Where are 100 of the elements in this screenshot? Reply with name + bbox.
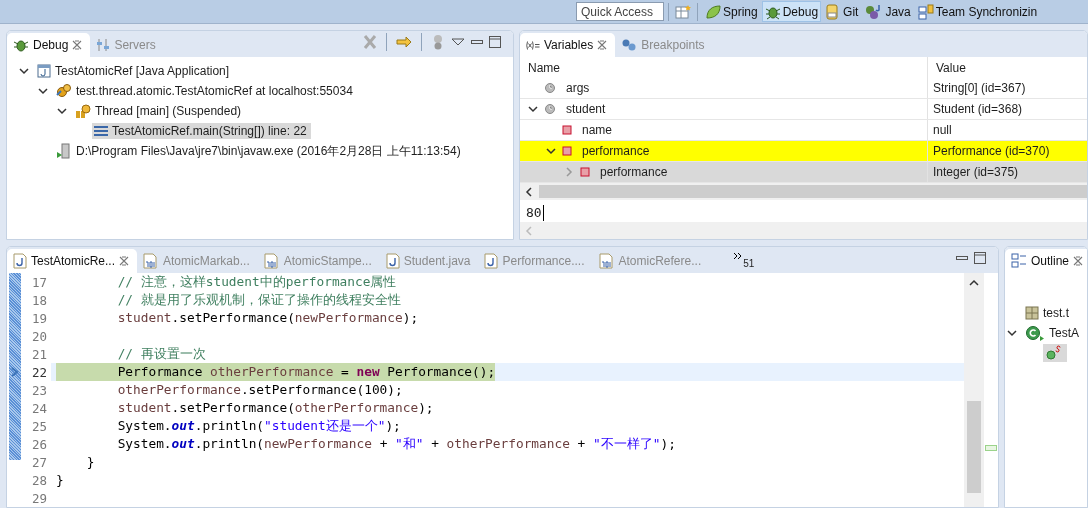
line-number: 27 — [31, 454, 47, 470]
class-file-icon — [263, 253, 280, 269]
arrow-right-icon[interactable] — [396, 37, 412, 47]
variable-row[interactable]: performance Performance (id=370) — [520, 141, 1087, 163]
java-file-icon — [484, 253, 499, 269]
close-icon[interactable] — [597, 40, 608, 50]
code-line: otherPerformance.setPerformance(100); — [116, 381, 403, 399]
class-file-icon — [143, 253, 160, 269]
variable-value: String[0] (id=367) — [933, 81, 1026, 96]
local-variable-icon — [544, 82, 556, 95]
scroll-up-icon[interactable] — [969, 279, 979, 287]
variable-row[interactable]: student Student (id=368) — [520, 99, 1087, 121]
variable-name: performance — [582, 144, 650, 159]
outline-item[interactable]: TestA — [1023, 324, 1083, 342]
perspective-button[interactable]: Java — [862, 1, 914, 22]
process-icon — [56, 143, 72, 159]
line-number: 26 — [31, 436, 47, 452]
variable-value: Integer (id=375) — [933, 165, 1019, 180]
view-tab[interactable]: Outline — [1005, 249, 1087, 273]
column-header[interactable]: Name — [528, 60, 560, 75]
close-icon[interactable] — [119, 256, 130, 266]
view-tab[interactable]: Variables — [520, 33, 616, 57]
variable-name: name — [582, 123, 613, 138]
maximize-icon[interactable] — [974, 252, 986, 264]
package-icon — [1025, 306, 1039, 320]
view-tab[interactable]: TestAtomicRe... — [7, 249, 138, 273]
chevron-down-icon[interactable] — [1007, 328, 1017, 338]
local-variable-icon — [544, 103, 556, 116]
tree-item[interactable]: TestAtomicRef.main(String[]) line: 22 — [92, 123, 311, 139]
code-line: } — [85, 453, 95, 471]
chevron-down-icon[interactable] — [38, 86, 48, 96]
code-line: } — [56, 471, 64, 489]
close-icon[interactable] — [1073, 256, 1084, 266]
bug-icon — [13, 37, 29, 53]
class-file-icon — [598, 253, 615, 269]
line-number: 18 — [31, 292, 47, 308]
horizontal-scrollbar[interactable] — [520, 183, 1087, 201]
vertical-scrollbar[interactable] — [964, 273, 984, 507]
stack-frame-icon — [94, 125, 108, 137]
line-number: 28 — [31, 472, 47, 488]
code-line: System.out.println("student还是一个"); — [116, 417, 401, 435]
tree-item[interactable]: test.thread.atomic.TestAtomicRef at localhost:55034 — [54, 82, 357, 100]
quick-access-field[interactable]: Quick Access — [576, 2, 664, 21]
code-line: student.setPerformance(otherPerformance); — [116, 399, 434, 417]
line-number: 29 — [31, 490, 47, 506]
chevron-down-icon[interactable] — [19, 66, 29, 76]
breakpoints-icon — [621, 38, 638, 52]
tree-item[interactable]: Thread [main] (Suspended) — [73, 102, 246, 120]
static-method-icon — [1045, 345, 1063, 361]
maximize-icon[interactable] — [489, 36, 501, 48]
line-number: 20 — [31, 328, 47, 344]
horizontal-scrollbar[interactable] — [520, 222, 1087, 239]
view-tab[interactable]: Debug — [7, 33, 91, 57]
tree-item[interactable]: D:\Program Files\Java\jre7\bin\javaw.exe (2016年2月28日 上午11:13:54) — [54, 141, 465, 161]
line-number: 21 — [31, 346, 47, 362]
close-icon[interactable] — [72, 40, 83, 50]
minimize-icon[interactable] — [956, 254, 968, 262]
code-line: // 再设置一次 — [116, 345, 206, 363]
synchronize-icon — [917, 3, 934, 20]
tree-item[interactable]: TestAtomicRef [Java Application] — [35, 63, 234, 79]
double-chevron-icon[interactable] — [733, 252, 744, 260]
line-number: 23 — [31, 382, 47, 398]
variables-icon — [526, 40, 540, 50]
java-file-icon — [13, 253, 27, 269]
code-line: // 就是用了乐观机制，保证了操作的线程安全性 — [116, 291, 401, 309]
perspective-button[interactable]: Debug — [761, 1, 822, 22]
minimize-icon[interactable] — [471, 38, 483, 46]
variable-row[interactable]: name null — [520, 120, 1087, 142]
variable-row[interactable]: performance Integer (id=375) — [520, 162, 1087, 184]
variable-value: null — [933, 123, 952, 138]
chevron-down-icon[interactable] — [546, 146, 556, 157]
perspective-button[interactable]: Team Synchronizin — [914, 1, 1041, 22]
field-icon — [580, 167, 590, 178]
variable-value: Student (id=368) — [933, 102, 1023, 117]
perspective-button[interactable]: Spring — [702, 1, 761, 22]
class-icon — [1025, 325, 1045, 341]
overview-marker[interactable] — [985, 445, 997, 451]
field-icon — [562, 146, 572, 157]
line-number: 25 — [31, 418, 47, 434]
scroll-left-icon[interactable] — [525, 186, 533, 197]
view-menu-icon[interactable] — [451, 37, 465, 47]
leaf-icon — [705, 3, 721, 20]
perspective-button[interactable]: Git — [822, 1, 862, 22]
outline-item[interactable]: test.t — [1023, 305, 1073, 321]
outline-icon — [1011, 253, 1027, 269]
servers-icon — [96, 38, 111, 52]
chevron-down-icon[interactable] — [528, 104, 538, 115]
code-line: student.setPerformance(newPerformance); — [116, 309, 419, 327]
code-line: // 注意，这样student中的performance属性 — [116, 273, 397, 291]
application-icon — [37, 64, 51, 78]
column-header[interactable]: Value — [936, 60, 966, 75]
more-tabs-button[interactable]: 51 — [733, 252, 755, 273]
variable-name: performance — [600, 165, 668, 180]
variable-name: args — [566, 81, 590, 96]
java-file-icon — [385, 253, 400, 269]
outline-item[interactable] — [1043, 344, 1067, 362]
chevron-down-icon[interactable] — [57, 106, 67, 116]
line-number: 24 — [31, 400, 47, 416]
variable-row[interactable]: args String[0] (id=367) — [520, 78, 1087, 100]
line-number: 22 — [31, 364, 47, 380]
